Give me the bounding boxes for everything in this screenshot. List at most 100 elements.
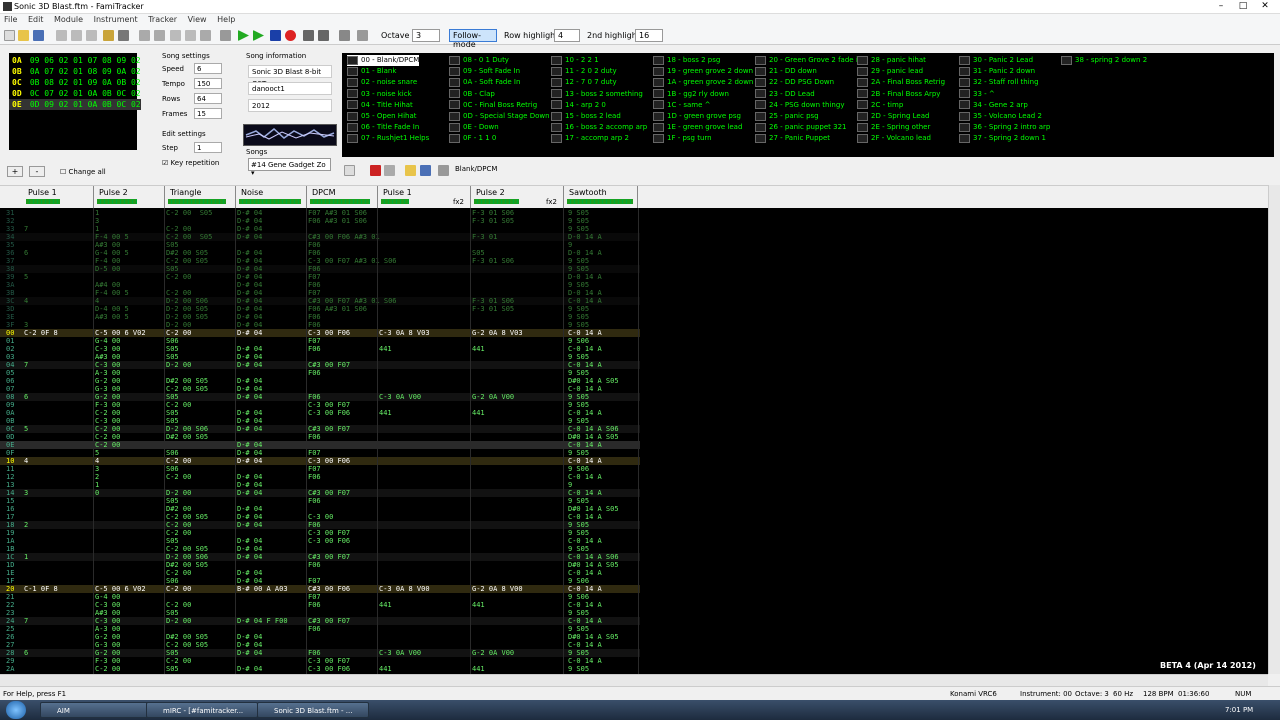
pattern-cell[interactable]: F-3 00	[95, 657, 120, 665]
pattern-row[interactable]: 3A A#4 00 D-# 04 F06 9 S05	[0, 281, 640, 289]
pattern-row[interactable]: 04 7 C-3 00 D-2 00 D-# 04 C#3 00 F07 C-0 14 A	[0, 361, 640, 369]
pattern-cell[interactable]: C-0 14 A	[568, 297, 602, 305]
pattern-cell[interactable]: F-3 01 S05	[472, 305, 514, 313]
instrument-item[interactable]: 20 - Green Grove 2 fade in	[755, 55, 862, 66]
pattern-row[interactable]: 19 C-2 00 C-3 00 F07 9 S05	[0, 529, 640, 537]
add-frame-button[interactable]: +	[7, 166, 23, 177]
instrument-item[interactable]: 31 - Panic 2 down	[959, 66, 1035, 77]
pattern-row[interactable]: 06 G-2 00 D#2 00 S05 D-# 04 D#0 14 A S05	[0, 377, 640, 385]
pattern-row[interactable]: 1A S05 D-# 04 C-3 00 F06 C-0 14 A	[0, 537, 640, 545]
pattern-cell[interactable]: 9 S05	[568, 321, 589, 329]
pattern-cell[interactable]: D-0 14 A	[568, 289, 602, 297]
instrument-item[interactable]: 17 - accomp arp 2	[551, 133, 629, 144]
pattern-cell[interactable]: D-# 04 F F00	[237, 617, 288, 625]
pattern-cell[interactable]: 441	[379, 601, 392, 609]
channel-vrc6-pulse2[interactable]: Pulse 2 fx2	[471, 186, 564, 208]
pattern-cell[interactable]: C-2 00	[166, 457, 191, 465]
instrument-item[interactable]: 10 - 2 2 1	[551, 55, 599, 66]
paste-icon[interactable]	[86, 30, 97, 41]
pattern-cell[interactable]: 441	[379, 665, 392, 673]
pattern-cell[interactable]: C-5 00 6 V02	[95, 585, 146, 593]
pattern-cell[interactable]: G-3 00	[95, 641, 120, 649]
pattern-editor[interactable]: 31 1 C-2 00 S05 D-# 04 F07 A#3 01 S06 F-3 01 …	[0, 208, 1268, 674]
pattern-cell[interactable]: D-# 04	[237, 641, 262, 649]
pattern-cell[interactable]: F-3 00	[95, 401, 120, 409]
pattern-cell[interactable]: 6	[24, 249, 28, 257]
pattern-row[interactable]: 3F 3 D-2 00 D-# 04 F06 9 S05	[0, 321, 640, 329]
pattern-cell[interactable]: C-3 00	[308, 513, 333, 521]
frame-row[interactable]: 0A 09 06 02 01 07 08 09 02	[9, 55, 141, 66]
instrument-item[interactable]: 35 - Volcano Lead 2	[959, 111, 1042, 122]
pattern-cell[interactable]: D#2 00 S05	[166, 561, 208, 569]
edit-instrument-icon[interactable]	[438, 165, 449, 176]
pattern-cell[interactable]: S05	[166, 241, 179, 249]
about-icon[interactable]	[103, 30, 114, 41]
instrument-item[interactable]: 2B - Final Boss Arpy	[857, 89, 940, 100]
pattern-row[interactable]: 23 A#3 00 S05 9 S05	[0, 609, 640, 617]
pattern-cell[interactable]: C-2 00	[166, 225, 191, 233]
pattern-row[interactable]: 25 A-3 00 F06 9 S05	[0, 625, 640, 633]
song-title-field[interactable]: Sonic 3D Blast 8-bit OST	[248, 65, 332, 88]
instrument-item[interactable]: 2C - timp	[857, 100, 903, 111]
pattern-cell[interactable]: 9 S05	[568, 529, 589, 537]
pattern-cell[interactable]: F06	[308, 241, 321, 249]
pattern-cell[interactable]: 9 S05	[568, 497, 589, 505]
instrument-item[interactable]: 1F - psg turn	[653, 133, 712, 144]
pattern-row[interactable]: 08 6 G-2 00 S05 D-# 04 F06 C-3 0A V00 G-2 0A V0…	[0, 393, 640, 401]
move-frame-down-icon[interactable]	[185, 30, 196, 41]
pattern-cell[interactable]: F07	[308, 337, 321, 345]
pattern-cell[interactable]: B-# 00 A A03	[237, 585, 288, 593]
pattern-cell[interactable]: F06	[308, 265, 321, 273]
pattern-cell[interactable]: 1	[95, 209, 99, 217]
pattern-cell[interactable]: D-# 04	[237, 305, 262, 313]
instrument-item[interactable]: 05 - Open Hihat	[347, 111, 416, 122]
pattern-cell[interactable]: 9 S05	[568, 417, 589, 425]
pattern-cell[interactable]: F06	[308, 369, 321, 377]
pattern-row[interactable]: 1B C-2 00 S05 D-# 04 9 S05	[0, 545, 640, 553]
channel-sawtooth[interactable]: Sawtooth	[564, 186, 638, 208]
pattern-cell[interactable]: C-0 14 A	[568, 385, 602, 393]
pattern-cell[interactable]: C-0 14 A	[568, 457, 602, 465]
pattern-row[interactable]: 0F 5 S06 D-# 04 F07 9 S05	[0, 449, 640, 457]
pattern-cell[interactable]: F06	[308, 521, 321, 529]
pattern-cell[interactable]: A#4 00	[95, 281, 120, 289]
pattern-cell[interactable]: 441	[472, 409, 485, 417]
pattern-cell[interactable]: D-# 04	[237, 505, 262, 513]
instrument-item[interactable]: 38 - spring 2 down 2	[1061, 55, 1147, 66]
pattern-row[interactable]: 1D D#2 00 S05 F06 D#0 14 A S05	[0, 561, 640, 569]
pattern-cell[interactable]: 9	[568, 241, 572, 249]
pattern-cell[interactable]: C-0 14 A	[568, 473, 602, 481]
pattern-cell[interactable]: F07	[308, 593, 321, 601]
pattern-cell[interactable]: A-3 00	[95, 625, 120, 633]
pattern-cell[interactable]: S06	[166, 449, 179, 457]
instrument-item[interactable]: 19 - green grove 2 down	[653, 66, 753, 77]
pattern-cell[interactable]: D-# 04	[237, 545, 262, 553]
instrument-item[interactable]: 16 - boss 2 accomp arp	[551, 122, 647, 133]
pattern-cell[interactable]: D-# 04	[237, 353, 262, 361]
open-icon[interactable]	[18, 30, 29, 41]
pattern-cell[interactable]: 5	[95, 449, 99, 457]
pattern-cell[interactable]: 9 S05	[568, 665, 589, 673]
pattern-row[interactable]: 26 G-2 00 D#2 00 S05 D-# 04 D#0 14 A S05	[0, 633, 640, 641]
pattern-cell[interactable]: D#0 14 A S05	[568, 433, 619, 441]
pattern-cell[interactable]: F-3 01	[472, 233, 497, 241]
pattern-cell[interactable]: G-2 0A 8 V00	[472, 585, 523, 593]
instrument-item[interactable]: 11 - 2 0 2 duty	[551, 66, 617, 77]
pattern-cell[interactable]: D-# 04	[237, 577, 262, 585]
pattern-cell[interactable]: G-4 00	[95, 337, 120, 345]
save-icon[interactable]	[33, 30, 44, 41]
pattern-cell[interactable]: D-2 00	[166, 489, 191, 497]
frame-row[interactable]: 0C 0B 08 02 01 09 0A 0B 02	[9, 77, 141, 88]
pattern-cell[interactable]: D-# 04	[237, 489, 262, 497]
new-instrument-icon[interactable]	[344, 165, 355, 176]
pattern-row[interactable]: 21 G-4 00 F07 9 S06	[0, 593, 640, 601]
pattern-cell[interactable]: D-# 04	[237, 513, 262, 521]
pattern-cell[interactable]: C-3 00	[95, 361, 120, 369]
pattern-row[interactable]: 00 C-2 0F 8 C-5 00 6 V02 C-2 00 D-# 04 C-3 00…	[0, 329, 640, 337]
pattern-cell[interactable]: C-3 00 F07	[308, 401, 350, 409]
instrument-item[interactable]: 21 - DD down	[755, 66, 817, 77]
pattern-cell[interactable]: C-2 00	[95, 665, 120, 673]
pattern-cell[interactable]: C-2 00 S05	[166, 513, 208, 521]
pattern-cell[interactable]: 9 S05	[568, 225, 589, 233]
pattern-cell[interactable]: C#3 00 F07	[308, 425, 350, 433]
